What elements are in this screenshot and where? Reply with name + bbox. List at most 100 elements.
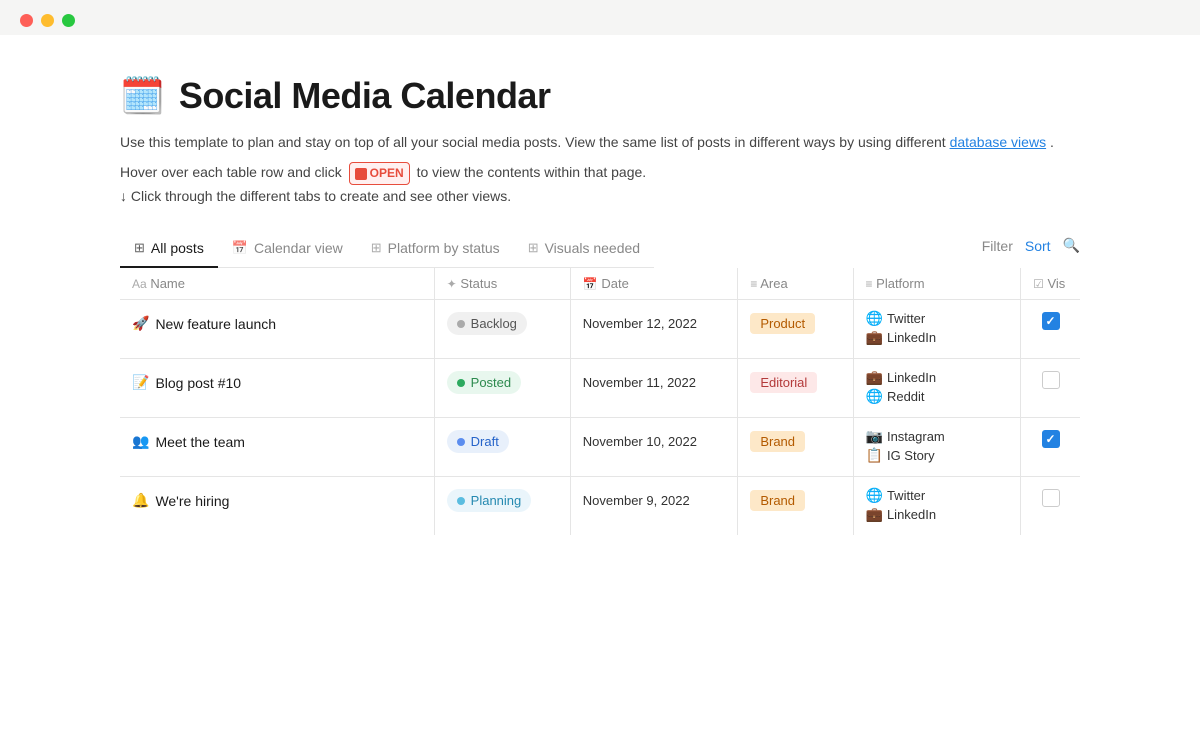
desc2-text: Hover over each table row and click [120,164,342,180]
tab-platform-label: Platform by status [388,240,500,256]
th-name: Aa Name [120,268,434,300]
row-name-text: We're hiring [155,493,229,509]
page-title: Social Media Calendar [179,75,551,117]
cell-vis-were-hiring[interactable] [1021,476,1080,535]
status-badge: Posted [447,371,521,394]
area-badge: Editorial [750,372,817,393]
titlebar [0,0,1200,35]
date-text: November 10, 2022 [583,434,697,449]
cell-date-meet-the-team: November 10, 2022 [570,417,738,476]
dot-green[interactable] [62,14,75,27]
cell-date-blog-post-10: November 11, 2022 [570,358,738,417]
platform-emoji: 🌐 [866,487,883,504]
sort-button[interactable]: Sort [1025,238,1051,254]
description-2: Hover over each table row and click OPEN… [120,161,1080,207]
th-vis: ☑ Vis [1021,268,1080,300]
cell-platform-blog-post-10: 💼LinkedIn 🌐 Reddit [853,358,1021,417]
cell-platform-meet-the-team: 📷Instagram📋IG Story [853,417,1021,476]
platform-emoji: 🌐 [866,310,883,327]
area-badge: Brand [750,431,805,452]
status-dot [457,379,465,387]
table-row[interactable]: 🚀New feature launchBacklogNovember 12, 2… [120,299,1080,358]
row-emoji: 📝 [132,374,149,391]
database-views-link[interactable]: database views [950,134,1047,150]
open-label: OPEN [370,164,404,183]
th-area: ≡ Area [738,268,853,300]
th-date: 📅 Date [570,268,738,300]
tab-all-posts[interactable]: ⊞ All posts [120,232,218,268]
status-badge: Draft [447,430,509,453]
filter-button[interactable]: Filter [982,238,1013,254]
cell-date-were-hiring: November 9, 2022 [570,476,738,535]
cell-area-were-hiring: Brand [738,476,853,535]
search-icon[interactable]: 🔍 [1063,237,1080,254]
desc2-text-end: to view the contents within that page. [417,164,647,180]
date-text: November 9, 2022 [583,493,690,508]
th-platform-label: Platform [876,276,924,291]
platform-name: LinkedIn [887,330,936,345]
status-dot [457,497,465,505]
row-emoji: 👥 [132,433,149,450]
tab-visuals-needed[interactable]: ⊞ Visuals needed [514,232,654,268]
row-name-text: Meet the team [155,434,245,450]
platform-item: 🌐 Twitter [866,310,926,327]
platform-emoji: 🌐 [866,388,883,405]
cell-name-blog-post-10: 📝 Blog post #10 [120,358,434,417]
cell-vis-meet-the-team[interactable] [1021,417,1080,476]
cell-vis-new-feature-launch[interactable] [1021,299,1080,358]
dot-red[interactable] [20,14,33,27]
tab-calendar-view[interactable]: 📅 Calendar view [218,232,357,268]
platform-emoji: 📷 [866,428,883,445]
th-platform: ≡ Platform [853,268,1021,300]
status-badge: Planning [447,489,532,512]
open-badge-icon [355,168,367,180]
th-status-label: Status [460,276,497,291]
tab-calendar-label: Calendar view [254,240,343,256]
cell-area-blog-post-10: Editorial [738,358,853,417]
status-dot [457,320,465,328]
cell-name-new-feature-launch: 🚀 New feature launch [120,299,434,358]
tab-visuals-label: Visuals needed [545,240,640,256]
description-text-1: Use this template to plan and stay on to… [120,134,946,150]
platform-name: Reddit [887,389,925,404]
cell-status-meet-the-team: Draft [434,417,570,476]
cell-vis-blog-post-10[interactable] [1021,358,1080,417]
row-name-text: Blog post #10 [155,375,241,391]
row-name: 👥 Meet the team [132,433,245,450]
cell-area-meet-the-team: Brand [738,417,853,476]
row-name: 📝 Blog post #10 [132,374,241,391]
th-status: ✦ Status [434,268,570,300]
row-name: 🔔We're hiring [132,492,229,509]
table-row[interactable]: 🔔We're hiring Planning November 9, 2022 Bra… [120,476,1080,535]
cell-status-new-feature-launch: Backlog [434,299,570,358]
platform-item: 📷 Instagram [866,428,945,445]
row-name-text: New feature launch [155,316,276,332]
th-status-icon: ✦ [447,277,457,291]
table-row[interactable]: 👥 Meet the team Draft November 10, 2022 Bran… [120,417,1080,476]
tab-platform-by-status[interactable]: ⊞ Platform by status [357,232,514,268]
tab-visuals-icon: ⊞ [528,240,539,256]
th-platform-icon: ≡ [866,277,873,291]
platform-name: Instagram [887,429,945,444]
area-badge: Product [750,313,815,334]
tab-calendar-icon: 📅 [232,240,248,256]
status-label: Backlog [471,316,517,331]
checkbox-checked[interactable] [1042,312,1060,330]
checkbox-unchecked[interactable] [1042,489,1060,507]
tab-actions: Filter Sort 🔍 [982,237,1080,262]
th-area-label: Area [760,276,787,291]
platform-name: Twitter [887,488,925,503]
checkbox-checked[interactable] [1042,430,1060,448]
area-badge: Brand [750,490,805,511]
th-vis-icon: ☑ [1033,277,1044,291]
platform-name: Twitter [887,311,925,326]
dot-yellow[interactable] [41,14,54,27]
platform-emoji: 💼 [866,329,883,346]
th-date-label: Date [601,276,628,291]
desc3-text: ↓ Click through the different tabs to cr… [120,188,511,204]
description-1: Use this template to plan and stay on to… [120,131,1080,153]
table-row[interactable]: 📝 Blog post #10 Posted November 11, 2022 Edi… [120,358,1080,417]
platform-item: 💼LinkedIn [866,369,937,386]
checkbox-unchecked[interactable] [1042,371,1060,389]
row-emoji: 🚀 [132,315,149,332]
